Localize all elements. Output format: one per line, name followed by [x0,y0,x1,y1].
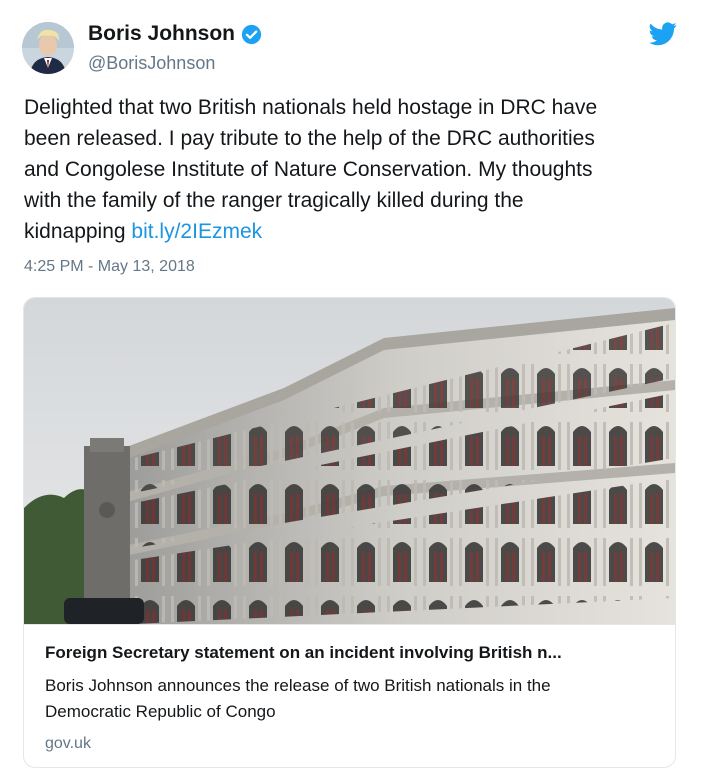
user-handle[interactable]: @BorisJohnson [88,53,215,74]
display-name[interactable]: Boris Johnson [88,22,235,46]
tweet-text-line: kidnapping bit.ly/2IEzmek [24,216,674,247]
tweet-embed: Boris Johnson @BorisJohnson Delighted th… [0,0,703,770]
card-image[interactable] [24,298,675,624]
tweet-text-line: and Congolese Institute of Nature Conser… [24,158,593,181]
tweet-text-line: Delighted that two British nationals hel… [24,96,598,119]
tweet-text-line: with the family of the ranger tragically… [24,189,524,212]
card-domain: gov.uk [45,735,91,752]
twitter-bird-icon[interactable] [649,22,677,46]
tweet-text: Delighted that two British nationals hel… [24,92,674,247]
card-description-line: Democratic Republic of Congo [45,702,276,721]
link-card[interactable]: Foreign Secretary statement on an incide… [23,297,676,768]
verified-badge-icon [241,24,262,44]
avatar[interactable] [22,22,74,74]
tweet-text-fragment: kidnapping [24,220,132,243]
tweet-timestamp[interactable]: 4:25 PM - May 13, 2018 [24,258,195,276]
card-description: Boris Johnson announces the release of t… [45,673,660,725]
card-description-line: Boris Johnson announces the release of t… [45,676,551,695]
card-body[interactable]: Foreign Secretary statement on an incide… [24,624,675,767]
tweet-link[interactable]: bit.ly/2IEzmek [131,220,262,243]
tweet-text-line: been released. I pay tribute to the help… [24,127,595,150]
name-row: Boris Johnson [88,22,262,46]
card-title[interactable]: Foreign Secretary statement on an incide… [45,643,660,663]
